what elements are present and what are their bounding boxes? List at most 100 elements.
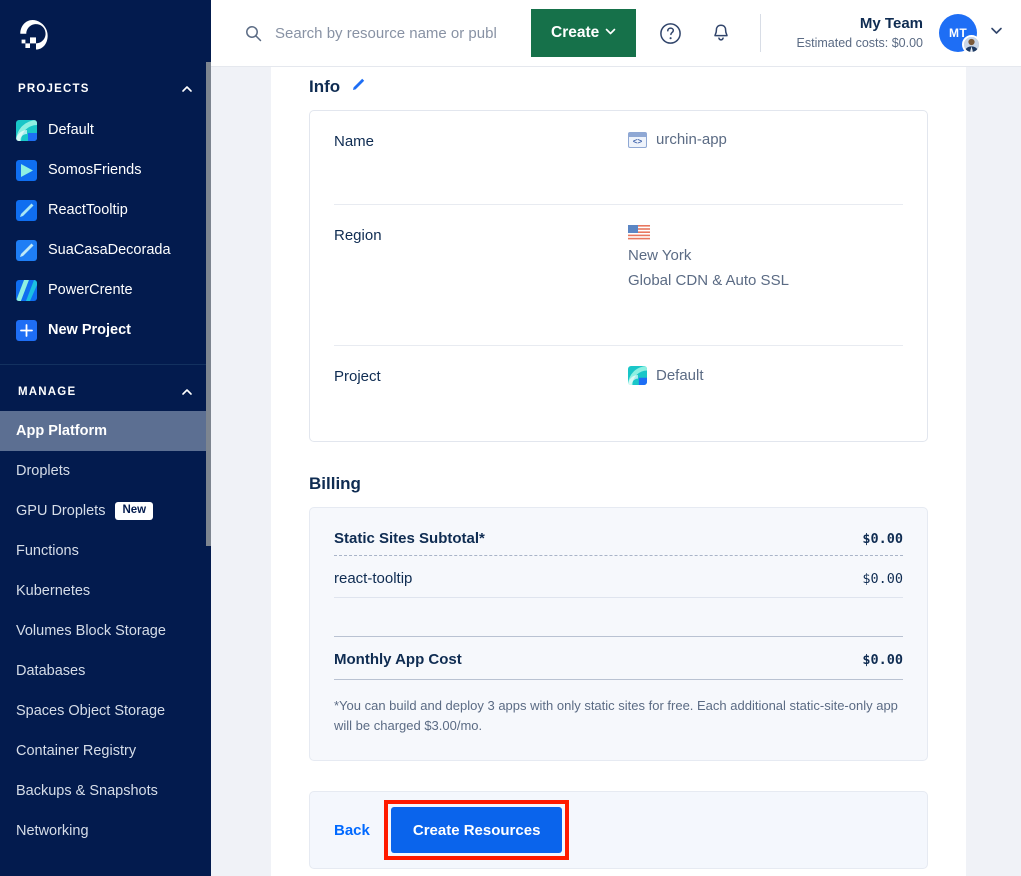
sidebar-project-label: New Project bbox=[48, 322, 131, 338]
billing-footnote: *You can build and deploy 3 apps with on… bbox=[334, 698, 898, 734]
sidebar-item-volumes-block-storage[interactable]: Volumes Block Storage bbox=[0, 611, 211, 651]
notification-bell-icon[interactable] bbox=[704, 16, 738, 50]
sidebar-item-droplets[interactable]: Droplets bbox=[0, 451, 211, 491]
sidebar-item-gpu-droplets[interactable]: GPU Droplets New bbox=[0, 491, 211, 531]
team-name: My Team bbox=[859, 15, 923, 33]
help-circle-icon[interactable] bbox=[653, 16, 687, 50]
billing-subtotal-amount: $0.00 bbox=[862, 531, 903, 547]
projects-list: Default SomosFriends ReactTooltip SuaCas… bbox=[0, 106, 211, 350]
new-badge: New bbox=[115, 502, 154, 520]
sidebar-item-spaces-object-storage[interactable]: Spaces Object Storage bbox=[0, 691, 211, 731]
billing-subtotal-row: Static Sites Subtotal* $0.00 bbox=[334, 530, 903, 547]
project-somosfriends-icon bbox=[16, 159, 37, 181]
avatar[interactable]: MT bbox=[939, 14, 981, 54]
billing-line-item-amount: $0.00 bbox=[862, 571, 903, 587]
sidebar-project-label: SomosFriends bbox=[48, 162, 142, 178]
page-title: Info bbox=[309, 77, 341, 96]
sidebar-item-databases[interactable]: Databases bbox=[0, 651, 211, 691]
sidebar-new-project[interactable]: New Project bbox=[0, 310, 211, 350]
sidebar-item-networking[interactable]: Networking bbox=[0, 811, 211, 851]
sidebar-item-label: Spaces Object Storage bbox=[16, 703, 166, 719]
billing-card: Static Sites Subtotal* $0.00 react-toolt… bbox=[309, 507, 928, 762]
estimated-costs: Estimated costs: $0.00 bbox=[796, 35, 923, 50]
search-input[interactable] bbox=[275, 24, 511, 42]
us-flag-icon bbox=[628, 225, 650, 240]
plus-icon bbox=[16, 319, 37, 341]
header-divider bbox=[760, 14, 762, 52]
sidebar-item-label: Droplets bbox=[16, 463, 70, 479]
top-bar: Create My Team bbox=[211, 0, 1021, 67]
sidebar-item-label: Volumes Block Storage bbox=[16, 623, 166, 639]
sidebar-project-reacttooltip[interactable]: ReactTooltip bbox=[0, 190, 211, 230]
info-row-value-wrap: Default bbox=[628, 346, 903, 407]
billing-dotted-separator bbox=[334, 555, 903, 556]
manage-section-header[interactable]: MANAGE bbox=[0, 375, 211, 409]
chevron-up-icon bbox=[181, 83, 193, 95]
billing-line-item-label: react-tooltip bbox=[334, 570, 413, 587]
back-button[interactable]: Back bbox=[334, 822, 370, 839]
sidebar-project-label: ReactTooltip bbox=[48, 202, 128, 218]
info-row-value: Default bbox=[656, 367, 704, 384]
sidebar-item-label: Container Registry bbox=[16, 743, 137, 759]
info-row-project: Project Default bbox=[310, 346, 927, 441]
content-panel: Info Name <> urchin-app Region New York … bbox=[271, 67, 966, 876]
billing-line-item-row: react-tooltip $0.00 bbox=[334, 570, 903, 587]
info-card: Name <> urchin-app Region New York Globa… bbox=[309, 110, 928, 442]
project-default-icon bbox=[16, 119, 37, 141]
manage-header-label: MANAGE bbox=[18, 386, 77, 398]
sidebar-project-label: SuaCasaDecorada bbox=[48, 242, 171, 258]
create-button[interactable]: Create bbox=[531, 9, 637, 57]
project-default-icon bbox=[628, 366, 647, 385]
billing-total-amount: $0.00 bbox=[862, 652, 903, 668]
sidebar-project-somosfriends[interactable]: SomosFriends bbox=[0, 150, 211, 190]
team-info[interactable]: My Team Estimated costs: $0.00 bbox=[797, 14, 927, 51]
sidebar-item-label: Databases bbox=[16, 663, 86, 679]
billing-item-separator bbox=[334, 597, 903, 598]
sidebar-item-functions[interactable]: Functions bbox=[0, 531, 211, 571]
create-resources-button[interactable]: Create Resources bbox=[390, 807, 563, 854]
action-bar: Back Create Resources bbox=[309, 791, 928, 870]
billing-total-top-rule bbox=[334, 636, 903, 637]
info-row-value: New York bbox=[628, 247, 692, 264]
billing-total-row: Monthly App Cost $0.00 bbox=[334, 651, 903, 668]
sidebar-item-kubernetes[interactable]: Kubernetes bbox=[0, 571, 211, 611]
sidebar-project-label: PowerCrente bbox=[48, 282, 133, 298]
app-root: PROJECTS Default SomosFriends ReactToolt… bbox=[0, 0, 1021, 876]
billing-total-label: Monthly App Cost bbox=[334, 651, 462, 668]
billing-subtotal-label: Static Sites Subtotal* bbox=[334, 530, 485, 547]
info-row-value: urchin-app bbox=[656, 131, 727, 148]
search-icon bbox=[245, 25, 262, 42]
info-row-name: Name <> urchin-app bbox=[310, 111, 927, 204]
sidebar-item-label: Backups & Snapshots bbox=[16, 783, 158, 799]
account-chevron-down-icon[interactable] bbox=[990, 24, 1003, 42]
sidebar-item-label: GPU Droplets bbox=[16, 503, 106, 519]
info-section-title: Info bbox=[309, 67, 928, 110]
digitalocean-logo[interactable] bbox=[0, 0, 211, 62]
sidebar-divider bbox=[0, 364, 211, 365]
info-row-subvalue: Global CDN & Auto SSL bbox=[628, 272, 789, 289]
projects-section-header[interactable]: PROJECTS bbox=[0, 72, 211, 106]
sidebar-item-label: Kubernetes bbox=[16, 583, 91, 599]
sidebar-item-app-platform[interactable]: App Platform bbox=[0, 411, 211, 451]
main-area: Create My Team bbox=[211, 0, 1021, 876]
sidebar-project-default[interactable]: Default bbox=[0, 110, 211, 150]
info-row-region: Region New York Global CDN & Auto SSL bbox=[310, 205, 927, 345]
chevron-down-icon bbox=[605, 24, 616, 42]
sidebar-project-suacasadecorada[interactable]: SuaCasaDecorada bbox=[0, 230, 211, 270]
sidebar-project-label: Default bbox=[48, 122, 94, 138]
info-row-key: Region bbox=[334, 227, 382, 244]
global-search[interactable] bbox=[245, 24, 521, 42]
sidebar-item-label: App Platform bbox=[16, 423, 108, 439]
sidebar-item-container-registry[interactable]: Container Registry bbox=[0, 731, 211, 771]
project-powercrente-icon bbox=[16, 279, 37, 301]
edit-pencil-icon[interactable] bbox=[351, 77, 366, 97]
sidebar-project-powercrente[interactable]: PowerCrente bbox=[0, 270, 211, 310]
info-row-value-wrap: New York Global CDN & Auto SSL bbox=[628, 205, 903, 311]
sidebar: PROJECTS Default SomosFriends ReactToolt… bbox=[0, 0, 211, 876]
sidebar-item-backups-snapshots[interactable]: Backups & Snapshots bbox=[0, 771, 211, 811]
manage-nav-list: App Platform Droplets GPU Droplets New F… bbox=[0, 409, 211, 851]
chevron-up-icon bbox=[181, 386, 193, 398]
sidebar-item-label: Functions bbox=[16, 543, 79, 559]
info-row-key: Name bbox=[334, 133, 375, 150]
billing-section-title: Billing bbox=[309, 474, 361, 493]
